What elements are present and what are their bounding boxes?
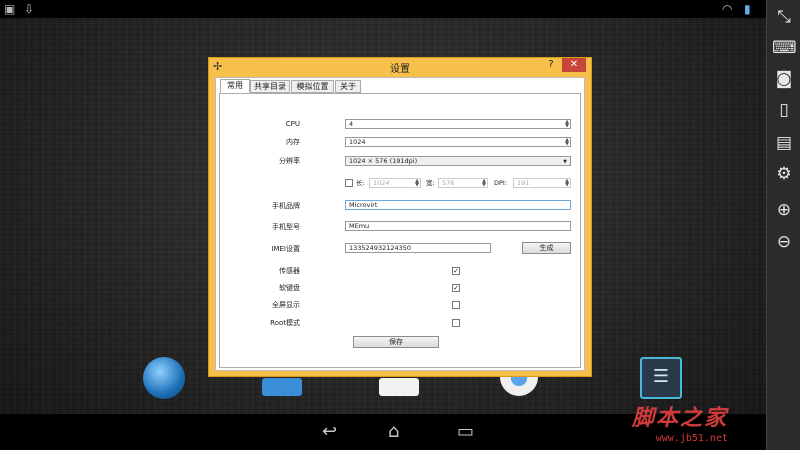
soft-keyboard-label: 软键盘: [279, 284, 300, 292]
dialog-title: 设置: [390, 64, 410, 75]
settings-icon[interactable]: ⚙: [772, 163, 796, 185]
chevron-down-icon: ▼: [563, 159, 567, 165]
custom-resolution-checkbox[interactable]: [345, 179, 353, 187]
watermark-url: www.jb51.net: [655, 433, 728, 444]
gallery-app-icon[interactable]: [379, 378, 419, 396]
home-icon[interactable]: ⌂: [388, 422, 399, 442]
imei-value: 133524932124350: [349, 244, 412, 252]
resolution-select[interactable]: 1024 × 576 (191dpi) ▼: [345, 156, 571, 166]
image-icon: ▣: [4, 2, 16, 16]
spinner-arrows-icon: ▲ ▼: [415, 178, 419, 188]
volume-down-icon[interactable]: ⊖: [772, 231, 796, 253]
spinner-arrows-icon: ▲ ▼: [565, 178, 569, 188]
spinner-arrows-icon: ▲ ▼: [482, 178, 486, 188]
save-button[interactable]: 保存: [353, 336, 439, 348]
dpi-input[interactable]: 191 ▲ ▼: [513, 178, 571, 188]
status-bar: ▣ ⇩ ◠ ▮: [0, 0, 766, 18]
back-icon[interactable]: ↩: [322, 422, 337, 442]
settings-dialog: ✢ 设置 ? ✕ 常用 共享目录 模拟位置 关于 CPU 4 ▲ ▼ 内存 102…: [208, 57, 592, 377]
width-label: 宽:: [426, 179, 435, 187]
generate-imei-button[interactable]: 生成: [522, 242, 571, 254]
imei-input[interactable]: 133524932124350: [345, 243, 491, 253]
rotate-icon[interactable]: ▯: [772, 99, 796, 121]
resolution-label: 分辨率: [279, 157, 300, 165]
camera-icon[interactable]: ◙: [772, 68, 796, 90]
general-panel: CPU 4 ▲ ▼ 内存 1024 ▲ ▼ 分辨率 1024 × 576 (191d…: [219, 93, 581, 368]
keyboard-icon[interactable]: ⌨: [772, 37, 797, 59]
dialog-client: 常用 共享目录 模拟位置 关于 CPU 4 ▲ ▼ 内存 1024 ▲ ▼ 分辨率 …: [215, 77, 585, 371]
close-button[interactable]: ✕: [562, 58, 586, 72]
cpu-spinner[interactable]: 4 ▲ ▼: [345, 119, 571, 129]
sensor-checkbox[interactable]: ✓: [452, 267, 460, 275]
store-app-icon[interactable]: [262, 378, 302, 396]
length-value: 1024: [373, 179, 390, 187]
resolution-value: 1024 × 576 (191dpi): [349, 157, 418, 165]
imei-label: IMEI设置: [271, 245, 300, 253]
browser-app-icon[interactable]: [143, 357, 185, 399]
tab-general[interactable]: 常用: [220, 79, 250, 93]
memory-spinner[interactable]: 1024 ▲ ▼: [345, 137, 571, 147]
volume-up-icon[interactable]: ⊕: [772, 199, 796, 221]
apk-icon[interactable]: ▤: [772, 132, 796, 154]
brand-input[interactable]: Microvirt: [345, 200, 571, 210]
help-button[interactable]: ?: [543, 59, 559, 74]
emulator-toolbar: ⤡ ⌨ ◙ ▯ ▤ ⚙ ⊕ ⊖: [766, 0, 800, 450]
sensor-label: 传感器: [279, 267, 300, 275]
watermark-logo: 脚本之家: [631, 405, 728, 431]
memory-value: 1024: [349, 138, 366, 146]
width-value: 576: [442, 179, 455, 187]
length-input[interactable]: 1024 ▲ ▼: [369, 178, 421, 188]
model-input[interactable]: MEmu: [345, 221, 571, 231]
fullscreen-icon[interactable]: ⤡: [772, 6, 796, 28]
cpu-label: CPU: [285, 120, 300, 128]
recent-apps-icon[interactable]: ▭: [457, 422, 474, 442]
download-icon: ⇩: [24, 2, 35, 16]
fullscreen-checkbox[interactable]: [452, 301, 460, 309]
length-label: 长:: [356, 179, 365, 187]
spinner-arrows-icon[interactable]: ▲ ▼: [565, 138, 569, 147]
battery-icon: ▮: [744, 2, 751, 16]
cpu-value: 4: [349, 120, 354, 128]
root-mode-label: Root模式: [270, 319, 300, 327]
tab-shared-folder[interactable]: 共享目录: [250, 80, 290, 93]
model-value: MEmu: [349, 222, 370, 230]
tab-about[interactable]: 关于: [335, 80, 361, 93]
width-input[interactable]: 576 ▲ ▼: [438, 178, 488, 188]
dialog-titlebar[interactable]: ✢ 设置 ? ✕: [209, 58, 591, 76]
brand-label: 手机品牌: [272, 202, 300, 210]
dpi-label: DPI:: [494, 179, 508, 187]
chrome-app-icon[interactable]: [500, 376, 538, 396]
dpi-value: 191: [517, 179, 530, 187]
memory-label: 内存: [286, 138, 300, 146]
fullscreen-label: 全屏显示: [272, 301, 300, 309]
settings-app-icon[interactable]: ☰: [640, 357, 682, 399]
spinner-arrows-icon[interactable]: ▲ ▼: [565, 120, 569, 129]
wifi-icon: ◠: [722, 2, 733, 16]
model-label: 手机型号: [272, 223, 300, 231]
brand-value: Microvirt: [349, 201, 378, 209]
tab-mock-location[interactable]: 模拟位置: [291, 80, 334, 93]
soft-keyboard-checkbox[interactable]: ✓: [452, 284, 460, 292]
root-mode-checkbox[interactable]: [452, 319, 460, 327]
